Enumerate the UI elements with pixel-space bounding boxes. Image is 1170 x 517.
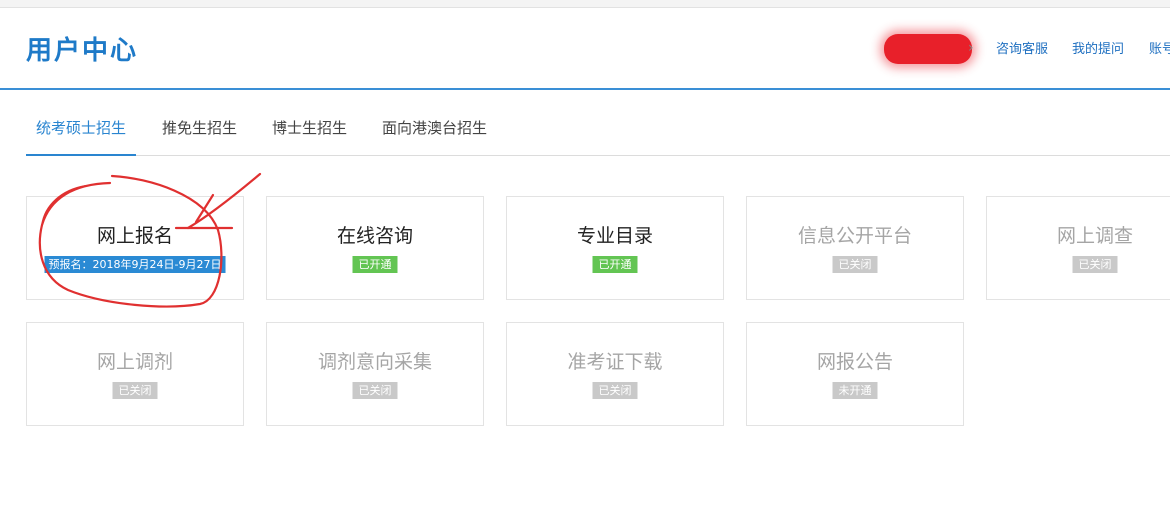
card-online-survey[interactable]: 网上调查 已关闭 <box>986 196 1170 300</box>
tab-hk-macao-taiwan[interactable]: 面向港澳台招生 <box>372 104 497 154</box>
card-info-disclosure[interactable]: 信息公开平台 已关闭 <box>746 196 964 300</box>
tab-unified-master[interactable]: 统考硕士招生 <box>26 104 137 156</box>
card-title: 网上调查 <box>1056 225 1133 247</box>
card-registration-announcement[interactable]: 网报公告 未开通 <box>746 322 964 426</box>
status-badge: 已开通 <box>592 256 638 273</box>
status-badge: 已关闭 <box>832 256 878 273</box>
status-badge: 已关闭 <box>112 382 158 399</box>
header-link-account[interactable]: 账号 <box>1149 38 1170 57</box>
site-header: 用户中心 › 咨询客服 我的提问 账号 <box>0 8 1170 88</box>
card-title: 信息公开平台 <box>797 225 912 247</box>
card-title: 网上调剂 <box>96 351 173 373</box>
card-online-registration[interactable]: 网上报名 预报名：2018年9月24日-9月27日 <box>26 196 244 300</box>
card-online-consultation[interactable]: 在线咨询 已开通 <box>266 196 484 300</box>
browser-top-strip <box>0 0 1170 8</box>
header-divider <box>0 88 1170 90</box>
tab-recommended-exempt[interactable]: 推免生招生 <box>152 104 247 154</box>
card-title: 专业目录 <box>576 225 653 247</box>
status-badge: 已关闭 <box>352 382 398 399</box>
card-title: 准考证下载 <box>567 351 663 373</box>
registration-date-badge: 预报名：2018年9月24日-9月27日 <box>44 256 226 273</box>
dropdown-arrow-icon[interactable]: › <box>968 40 974 56</box>
tab-bar: 统考硕士招生 推免生招生 博士生招生 面向港澳台招生 <box>26 104 1170 156</box>
card-adjustment-intent[interactable]: 调剂意向采集 已关闭 <box>266 322 484 426</box>
redacted-username <box>884 34 972 64</box>
status-badge: 已开通 <box>352 256 398 273</box>
status-badge: 已关闭 <box>1072 256 1118 273</box>
card-title: 网上报名 <box>96 225 173 247</box>
header-link-consult-service[interactable]: 咨询客服 <box>996 38 1048 57</box>
card-title: 在线咨询 <box>336 225 413 247</box>
card-title: 网报公告 <box>816 351 893 373</box>
card-online-adjustment[interactable]: 网上调剂 已关闭 <box>26 322 244 426</box>
tab-doctoral[interactable]: 博士生招生 <box>262 104 357 154</box>
page-title: 用户中心 <box>26 36 139 66</box>
status-badge: 已关闭 <box>592 382 638 399</box>
card-admission-ticket-download[interactable]: 准考证下载 已关闭 <box>506 322 724 426</box>
card-title: 调剂意向采集 <box>317 351 432 373</box>
header-link-my-questions[interactable]: 我的提问 <box>1072 38 1124 57</box>
card-program-catalog[interactable]: 专业目录 已开通 <box>506 196 724 300</box>
status-badge: 未开通 <box>832 382 878 399</box>
